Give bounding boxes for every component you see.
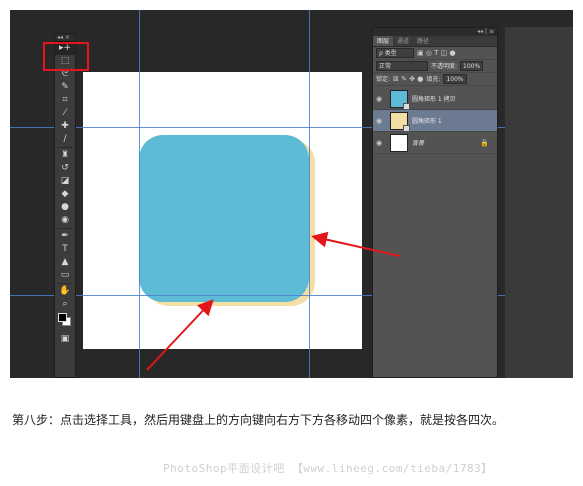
layer-list: ◉ 圆角矩形 1 拷贝 ◉ 圆角矩形 1 ◉ 背景 🔒 — [373, 88, 497, 154]
visibility-eye-icon[interactable]: ◉ — [376, 117, 386, 125]
foreground-color-swatch[interactable] — [58, 313, 67, 322]
tutorial-caption: 第八步：点击选择工具，然后用键盘上的方向键向右方下方各移动四个像素，就是按各四次… — [12, 413, 505, 427]
layer-row-rounded-rect-copy[interactable]: ◉ 圆角矩形 1 拷贝 — [373, 88, 497, 110]
opacity-label: 不透明度: — [431, 62, 458, 70]
tool-divider — [57, 147, 73, 148]
tab-layers[interactable]: 图层 — [373, 36, 394, 46]
tab-paths[interactable]: 路径 — [413, 36, 433, 46]
guide-vertical[interactable] — [309, 10, 310, 378]
quick-select-tool-icon[interactable]: ✎ — [55, 81, 75, 94]
layer-filter-row: ρ 类型 ▣ ◎ T ◫ ● — [373, 47, 497, 60]
tab-channels[interactable]: 通道 — [393, 36, 413, 46]
layer-thumbnail — [390, 89, 410, 110]
filter-icons[interactable]: ▣ ◎ T ◫ ● — [417, 49, 456, 58]
path-select-tool-icon[interactable]: ▲ — [55, 256, 75, 269]
lock-icons[interactable]: ⊠ ✎ ✥ ● — [393, 75, 423, 84]
lock-label: 锁定: — [376, 75, 391, 83]
dodge-tool-icon[interactable]: ◉ — [55, 214, 75, 227]
layer-row-rounded-rect[interactable]: ◉ 圆角矩形 1 — [373, 110, 497, 132]
visibility-eye-icon[interactable]: ◉ — [376, 95, 386, 103]
hand-tool-icon[interactable]: ✋ — [55, 285, 75, 298]
shape-layer-badge-icon — [403, 124, 410, 132]
paint-bucket-tool-icon[interactable]: ◆ — [55, 188, 75, 201]
quick-mask-icon[interactable]: ▣ — [55, 333, 75, 346]
lock-fill-row: 锁定: ⊠ ✎ ✥ ● 填充: 100% — [373, 73, 497, 86]
panel-dock-area — [505, 27, 573, 378]
blend-mode-select[interactable]: 正常 — [376, 61, 428, 71]
panel-tabs: 图层 通道 路径 — [373, 36, 497, 47]
tools-panel: ◂◂ × ▸+ ⬚ ᘓ ✎ ⌗ ⁄ ✚ ∕ ♜ ↺ ◪ ◆ ● ◉ ✒ T ▲ ▭ ✋ ⌕ ▣ — [54, 33, 76, 378]
visibility-eye-icon[interactable]: ◉ — [376, 139, 386, 147]
rounded-rectangle-copy-layer[interactable] — [139, 135, 309, 302]
shape-tool-icon[interactable]: ▭ — [55, 269, 75, 282]
layer-thumbnail — [390, 133, 408, 152]
pen-tool-icon[interactable]: ✒ — [55, 230, 75, 243]
layer-name[interactable]: 圆角矩形 1 — [412, 116, 442, 125]
fill-label: 填充: — [426, 75, 441, 83]
shape-layer-badge-icon — [403, 102, 410, 110]
type-tool-icon[interactable]: T — [55, 243, 75, 256]
stamp-tool-icon[interactable]: ♜ — [55, 149, 75, 162]
brush-tool-icon[interactable]: ∕ — [55, 133, 75, 146]
layer-thumbnail — [390, 111, 410, 132]
guide-vertical[interactable] — [139, 10, 140, 378]
zoom-tool-icon[interactable]: ⌕ — [55, 298, 75, 311]
panel-collapse-controls[interactable]: ◂◂ | ≡ — [373, 28, 497, 36]
crop-tool-icon[interactable]: ⌗ — [55, 94, 75, 107]
tool-divider — [57, 283, 73, 284]
color-swatches[interactable] — [55, 311, 75, 333]
layers-panel: ◂◂ | ≡ 图层 通道 路径 ρ 类型 ▣ ◎ T ◫ ● 正常 不透明度: … — [372, 27, 498, 378]
layer-row-background[interactable]: ◉ 背景 🔒 — [373, 132, 497, 154]
layer-name[interactable]: 圆角矩形 1 拷贝 — [412, 94, 456, 103]
move-tool-highlight — [43, 42, 89, 71]
tools-panel-header[interactable]: ◂◂ × — [55, 34, 75, 42]
document-canvas[interactable] — [83, 72, 362, 349]
photoshop-workspace: ◂◂ × ▸+ ⬚ ᘓ ✎ ⌗ ⁄ ✚ ∕ ♜ ↺ ◪ ◆ ● ◉ ✒ T ▲ ▭ ✋ ⌕ ▣ ◂◂ | ≡ 图层 通… — [10, 10, 573, 378]
eyedropper-tool-icon[interactable]: ⁄ — [55, 107, 75, 120]
watermark-text: PhotoShop平面设计吧 【www.lineeg.com/tieba/178… — [163, 462, 493, 475]
eraser-tool-icon[interactable]: ◪ — [55, 175, 75, 188]
tool-list: ▸+ ⬚ ᘓ ✎ ⌗ ⁄ ✚ ∕ ♜ ↺ ◪ ◆ ● ◉ ✒ T ▲ ▭ ✋ ⌕ — [55, 42, 75, 311]
healing-brush-tool-icon[interactable]: ✚ — [55, 120, 75, 133]
blur-tool-icon[interactable]: ● — [55, 201, 75, 214]
tool-divider — [57, 228, 73, 229]
opacity-input[interactable]: 100% — [460, 61, 484, 71]
layer-kind-filter[interactable]: ρ 类型 — [376, 48, 414, 58]
fill-input[interactable]: 100% — [443, 74, 467, 84]
layer-name[interactable]: 背景 — [412, 138, 424, 147]
lock-icon: 🔒 — [480, 138, 489, 147]
history-brush-tool-icon[interactable]: ↺ — [55, 162, 75, 175]
blend-opacity-row: 正常 不透明度: 100% — [373, 60, 497, 73]
